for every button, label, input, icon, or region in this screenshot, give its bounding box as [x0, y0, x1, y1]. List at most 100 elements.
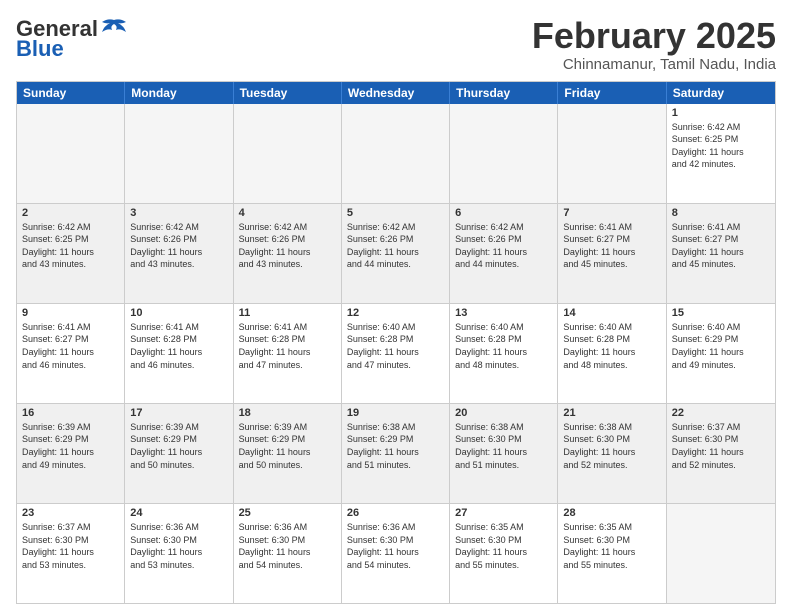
day-info: Sunrise: 6:39 AM Sunset: 6:29 PM Dayligh…: [130, 421, 227, 471]
day-info: Sunrise: 6:40 AM Sunset: 6:29 PM Dayligh…: [672, 321, 770, 371]
day-number: 3: [130, 207, 227, 219]
empty-cell: [342, 104, 450, 203]
day-number: 11: [239, 307, 336, 319]
day-cell-23: 23Sunrise: 6:37 AM Sunset: 6:30 PM Dayli…: [17, 504, 125, 603]
day-number: 14: [563, 307, 660, 319]
day-number: 24: [130, 507, 227, 519]
day-number: 20: [455, 407, 552, 419]
day-number: 23: [22, 507, 119, 519]
day-info: Sunrise: 6:39 AM Sunset: 6:29 PM Dayligh…: [239, 421, 336, 471]
day-info: Sunrise: 6:36 AM Sunset: 6:30 PM Dayligh…: [347, 521, 444, 571]
day-cell-2: 2 Sunrise: 6:42 AM Sunset: 6:25 PM Daylig…: [17, 204, 125, 303]
day-number: 16: [22, 407, 119, 419]
day-cell-13: 13Sunrise: 6:40 AM Sunset: 6:28 PM Dayli…: [450, 304, 558, 403]
day-number: 15: [672, 307, 770, 319]
day-cell-11: 11 Sunrise: 6:41 AM Sunset: 6:28 PM Dayli…: [234, 304, 342, 403]
day-info: Sunrise: 6:42 AM Sunset: 6:26 PM Dayligh…: [130, 221, 227, 271]
calendar-header-saturday: Saturday: [667, 82, 775, 104]
calendar-week-2: 2 Sunrise: 6:42 AM Sunset: 6:25 PM Daylig…: [17, 203, 775, 303]
calendar-week-4: 16 Sunrise: 6:39 AM Sunset: 6:29 PM Dayli…: [17, 403, 775, 503]
day-info: Sunrise: 6:42 AM Sunset: 6:25 PM Dayligh…: [672, 121, 770, 171]
day-cell-10: 10 Sunrise: 6:41 AM Sunset: 6:28 PM Dayli…: [125, 304, 233, 403]
calendar-header-wednesday: Wednesday: [342, 82, 450, 104]
day-cell-16: 16Sunrise: 6:39 AM Sunset: 6:29 PM Dayli…: [17, 404, 125, 503]
day-cell-1: 1 Sunrise: 6:42 AM Sunset: 6:25 PM Daylig…: [667, 104, 775, 203]
day-number: 9: [22, 307, 119, 319]
day-info: Sunrise: 6:38 AM Sunset: 6:29 PM Dayligh…: [347, 421, 444, 471]
day-cell-20: 20 Sunrise: 6:38 AM Sunset: 6:30 PM Dayli…: [450, 404, 558, 503]
day-cell-4: 4Sunrise: 6:42 AM Sunset: 6:26 PM Daylig…: [234, 204, 342, 303]
day-number: 12: [347, 307, 444, 319]
day-cell-17: 17 Sunrise: 6:39 AM Sunset: 6:29 PM Dayli…: [125, 404, 233, 503]
logo-bird-icon: [100, 18, 128, 40]
calendar: SundayMondayTuesdayWednesdayThursdayFrid…: [16, 81, 776, 604]
day-info: Sunrise: 6:41 AM Sunset: 6:28 PM Dayligh…: [130, 321, 227, 371]
day-number: 25: [239, 507, 336, 519]
calendar-header-thursday: Thursday: [450, 82, 558, 104]
day-number: 19: [347, 407, 444, 419]
empty-cell: [234, 104, 342, 203]
calendar-header: SundayMondayTuesdayWednesdayThursdayFrid…: [17, 82, 775, 104]
day-cell-26: 26 Sunrise: 6:36 AM Sunset: 6:30 PM Dayli…: [342, 504, 450, 603]
day-info: Sunrise: 6:42 AM Sunset: 6:26 PM Dayligh…: [455, 221, 552, 271]
day-info: Sunrise: 6:35 AM Sunset: 6:30 PM Dayligh…: [455, 521, 552, 571]
day-cell-18: 18 Sunrise: 6:39 AM Sunset: 6:29 PM Dayli…: [234, 404, 342, 503]
day-number: 26: [347, 507, 444, 519]
day-number: 10: [130, 307, 227, 319]
day-info: Sunrise: 6:40 AM Sunset: 6:28 PM Dayligh…: [563, 321, 660, 371]
day-cell-9: 9Sunrise: 6:41 AM Sunset: 6:27 PM Daylig…: [17, 304, 125, 403]
day-cell-25: 25 Sunrise: 6:36 AM Sunset: 6:30 PM Dayli…: [234, 504, 342, 603]
header: General Blue February 2025 Chinnamanur, …: [16, 16, 776, 73]
calendar-week-3: 9Sunrise: 6:41 AM Sunset: 6:27 PM Daylig…: [17, 303, 775, 403]
day-number: 4: [239, 207, 336, 219]
day-info: Sunrise: 6:40 AM Sunset: 6:28 PM Dayligh…: [455, 321, 552, 371]
day-info: Sunrise: 6:36 AM Sunset: 6:30 PM Dayligh…: [239, 521, 336, 571]
day-info: Sunrise: 6:36 AM Sunset: 6:30 PM Dayligh…: [130, 521, 227, 571]
day-info: Sunrise: 6:38 AM Sunset: 6:30 PM Dayligh…: [563, 421, 660, 471]
day-info: Sunrise: 6:41 AM Sunset: 6:27 PM Dayligh…: [672, 221, 770, 271]
day-number: 1: [672, 107, 770, 119]
empty-cell: [558, 104, 666, 203]
day-info: Sunrise: 6:41 AM Sunset: 6:28 PM Dayligh…: [239, 321, 336, 371]
day-number: 6: [455, 207, 552, 219]
day-number: 17: [130, 407, 227, 419]
day-cell-15: 15 Sunrise: 6:40 AM Sunset: 6:29 PM Dayli…: [667, 304, 775, 403]
page: General Blue February 2025 Chinnamanur, …: [0, 0, 792, 612]
day-cell-19: 19 Sunrise: 6:38 AM Sunset: 6:29 PM Dayli…: [342, 404, 450, 503]
day-info: Sunrise: 6:42 AM Sunset: 6:25 PM Dayligh…: [22, 221, 119, 271]
day-number: 5: [347, 207, 444, 219]
calendar-week-5: 23Sunrise: 6:37 AM Sunset: 6:30 PM Dayli…: [17, 503, 775, 603]
day-cell-24: 24 Sunrise: 6:36 AM Sunset: 6:30 PM Dayli…: [125, 504, 233, 603]
calendar-header-monday: Monday: [125, 82, 233, 104]
title-block: February 2025 Chinnamanur, Tamil Nadu, I…: [532, 16, 776, 73]
calendar-header-friday: Friday: [558, 82, 666, 104]
day-cell-5: 5 Sunrise: 6:42 AM Sunset: 6:26 PM Daylig…: [342, 204, 450, 303]
logo-blue: Blue: [16, 36, 64, 62]
month-title: February 2025: [532, 16, 776, 56]
day-cell-14: 14 Sunrise: 6:40 AM Sunset: 6:28 PM Dayli…: [558, 304, 666, 403]
day-info: Sunrise: 6:37 AM Sunset: 6:30 PM Dayligh…: [672, 421, 770, 471]
day-cell-12: 12Sunrise: 6:40 AM Sunset: 6:28 PM Dayli…: [342, 304, 450, 403]
empty-cell: [17, 104, 125, 203]
day-cell-22: 22 Sunrise: 6:37 AM Sunset: 6:30 PM Dayli…: [667, 404, 775, 503]
day-number: 2: [22, 207, 119, 219]
day-number: 28: [563, 507, 660, 519]
logo: General Blue: [16, 16, 128, 62]
day-info: Sunrise: 6:42 AM Sunset: 6:26 PM Dayligh…: [347, 221, 444, 271]
day-number: 21: [563, 407, 660, 419]
day-number: 7: [563, 207, 660, 219]
calendar-body: 1 Sunrise: 6:42 AM Sunset: 6:25 PM Daylig…: [17, 104, 775, 603]
empty-cell: [450, 104, 558, 203]
day-cell-8: 8Sunrise: 6:41 AM Sunset: 6:27 PM Daylig…: [667, 204, 775, 303]
day-number: 18: [239, 407, 336, 419]
day-cell-7: 7 Sunrise: 6:41 AM Sunset: 6:27 PM Daylig…: [558, 204, 666, 303]
day-cell-3: 3 Sunrise: 6:42 AM Sunset: 6:26 PM Daylig…: [125, 204, 233, 303]
calendar-week-1: 1 Sunrise: 6:42 AM Sunset: 6:25 PM Daylig…: [17, 104, 775, 203]
day-number: 22: [672, 407, 770, 419]
day-number: 27: [455, 507, 552, 519]
day-info: Sunrise: 6:35 AM Sunset: 6:30 PM Dayligh…: [563, 521, 660, 571]
day-info: Sunrise: 6:41 AM Sunset: 6:27 PM Dayligh…: [563, 221, 660, 271]
day-info: Sunrise: 6:38 AM Sunset: 6:30 PM Dayligh…: [455, 421, 552, 471]
location: Chinnamanur, Tamil Nadu, India: [532, 56, 776, 73]
day-cell-6: 6 Sunrise: 6:42 AM Sunset: 6:26 PM Daylig…: [450, 204, 558, 303]
